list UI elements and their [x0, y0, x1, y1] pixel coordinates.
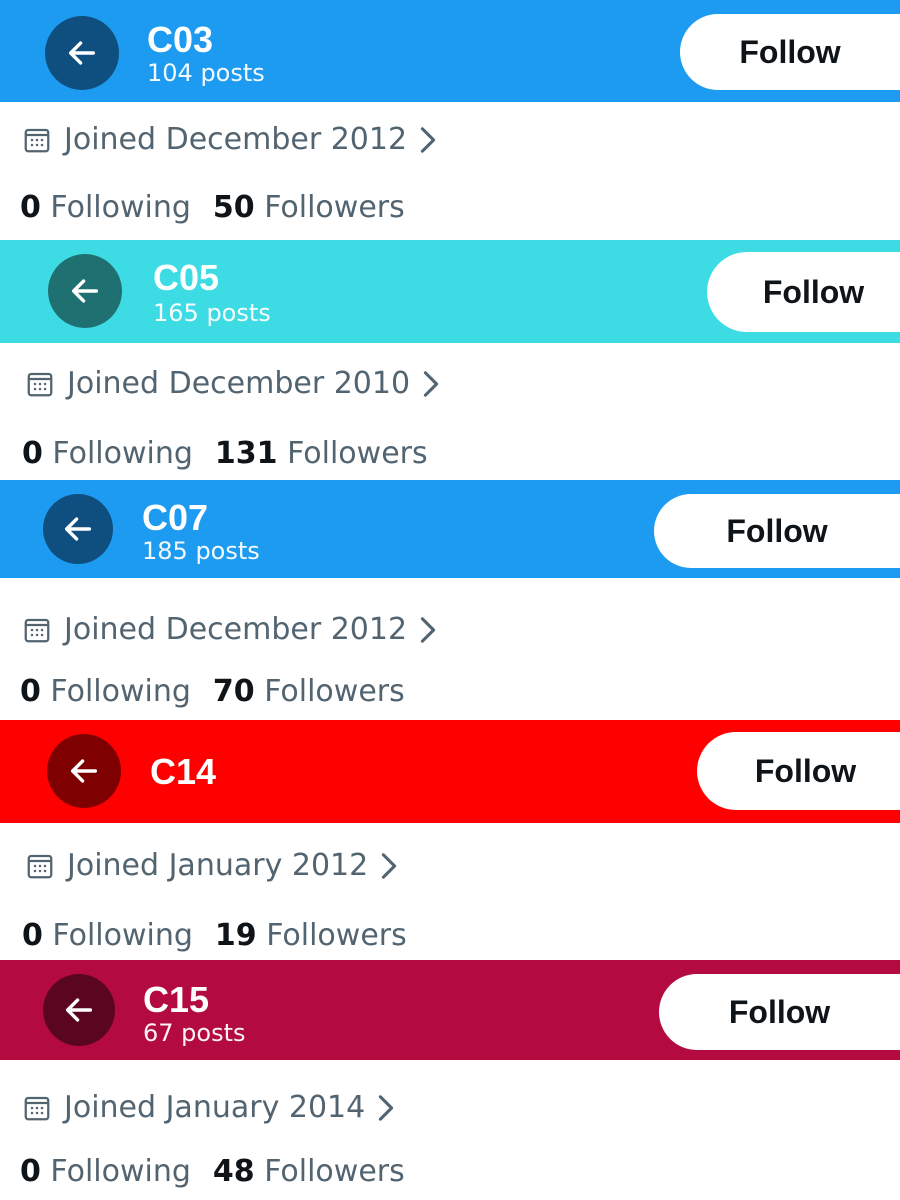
profile-header: C03 104 posts Follow: [0, 0, 900, 102]
followers-label: Followers: [287, 436, 428, 471]
chevron-right-icon[interactable]: [417, 126, 439, 154]
back-button[interactable]: [43, 494, 113, 564]
arrow-left-icon: [70, 759, 98, 783]
back-button[interactable]: [43, 974, 115, 1046]
chevron-right-icon[interactable]: [417, 616, 439, 644]
followers-label: Followers: [264, 674, 405, 709]
follow-button[interactable]: Follow: [697, 732, 900, 810]
following-count: 0: [20, 190, 41, 225]
followers-link[interactable]: 48 Followers: [213, 1154, 405, 1189]
follow-button[interactable]: Follow: [654, 494, 900, 568]
calendar-icon: [24, 1096, 50, 1120]
back-button[interactable]: [47, 734, 121, 808]
profile-name: C03: [147, 19, 214, 60]
profile-name: C07: [142, 497, 209, 538]
following-count: 0: [20, 674, 41, 709]
follow-stats: 0 Following 50 Followers: [20, 190, 405, 225]
following-link[interactable]: 0 Following: [22, 918, 193, 953]
followers-link[interactable]: 131 Followers: [215, 436, 428, 471]
back-button[interactable]: [48, 254, 122, 328]
followers-label: Followers: [266, 918, 407, 953]
arrow-left-icon: [64, 517, 92, 541]
arrow-left-icon: [68, 41, 96, 65]
follow-stats: 0 Following 131 Followers: [22, 436, 428, 471]
follow-stats: 0 Following 19 Followers: [22, 918, 407, 953]
followers-link[interactable]: 50 Followers: [213, 190, 405, 225]
following-link[interactable]: 0 Following: [20, 1154, 191, 1189]
profile-card: C03 104 posts Follow Joined December 201…: [0, 0, 900, 240]
calendar-icon: [27, 854, 53, 878]
chevron-right-icon[interactable]: [378, 852, 400, 880]
profile-name: C14: [150, 751, 217, 792]
joined-date: Joined December 2012: [22, 122, 439, 157]
followers-link[interactable]: 70 Followers: [213, 674, 405, 709]
followers-link[interactable]: 19 Followers: [215, 918, 407, 953]
profile-card: C05 165 posts Follow Joined December 201…: [0, 240, 900, 480]
following-count: 0: [22, 436, 43, 471]
calendar-icon: [24, 128, 50, 152]
followers-label: Followers: [264, 190, 405, 225]
profile-card: C14 Follow Joined January 2012 0 Followi…: [0, 720, 900, 960]
joined-text: Joined December 2010: [67, 366, 411, 401]
calendar-icon: [27, 372, 53, 396]
joined-date: Joined January 2014: [22, 1090, 397, 1125]
post-count: 104 posts: [147, 59, 265, 87]
followers-count: 50: [212, 190, 255, 225]
follow-button[interactable]: Follow: [707, 252, 900, 332]
following-link[interactable]: 0 Following: [20, 190, 191, 225]
joined-date: Joined December 2012: [22, 612, 439, 647]
following-count: 0: [20, 1154, 41, 1189]
profile-header: C07 185 posts Follow: [0, 480, 900, 578]
follow-button[interactable]: Follow: [680, 14, 900, 90]
followers-count: 48: [212, 1154, 255, 1189]
profile-header: C05 165 posts Follow: [0, 240, 900, 343]
following-label: Following: [50, 190, 191, 225]
following-label: Following: [52, 436, 193, 471]
following-link[interactable]: 0 Following: [22, 436, 193, 471]
arrow-left-icon: [65, 998, 93, 1022]
follow-stats: 0 Following 48 Followers: [20, 1154, 405, 1189]
follow-stats: 0 Following 70 Followers: [20, 674, 405, 709]
chevron-right-icon[interactable]: [420, 370, 442, 398]
followers-count: 19: [214, 918, 257, 953]
followers-count: 70: [212, 674, 255, 709]
post-count: 67 posts: [143, 1019, 246, 1047]
joined-date: Joined January 2012: [25, 848, 400, 883]
arrow-left-icon: [71, 279, 99, 303]
profile-header: C15 67 posts Follow: [0, 960, 900, 1060]
following-label: Following: [50, 674, 191, 709]
following-link[interactable]: 0 Following: [20, 674, 191, 709]
following-count: 0: [22, 918, 43, 953]
profile-name: C05: [153, 257, 220, 298]
profile-card: C15 67 posts Follow Joined January 2014 …: [0, 960, 900, 1200]
profile-name: C15: [143, 979, 210, 1020]
post-count: 185 posts: [142, 537, 260, 565]
followers-count: 131: [214, 436, 278, 471]
joined-date: Joined December 2010: [25, 366, 442, 401]
following-label: Following: [50, 1154, 191, 1189]
back-button[interactable]: [45, 16, 119, 90]
profile-header: C14 Follow: [0, 720, 900, 823]
joined-text: Joined December 2012: [64, 122, 408, 157]
followers-label: Followers: [264, 1154, 405, 1189]
post-count: 165 posts: [153, 299, 271, 327]
joined-text: Joined January 2014: [64, 1090, 366, 1125]
joined-text: Joined January 2012: [67, 848, 369, 883]
chevron-right-icon[interactable]: [375, 1094, 397, 1122]
joined-text: Joined December 2012: [64, 612, 408, 647]
follow-button[interactable]: Follow: [659, 974, 900, 1050]
profile-card: C07 185 posts Follow Joined December 201…: [0, 480, 900, 720]
following-label: Following: [52, 918, 193, 953]
calendar-icon: [24, 618, 50, 642]
